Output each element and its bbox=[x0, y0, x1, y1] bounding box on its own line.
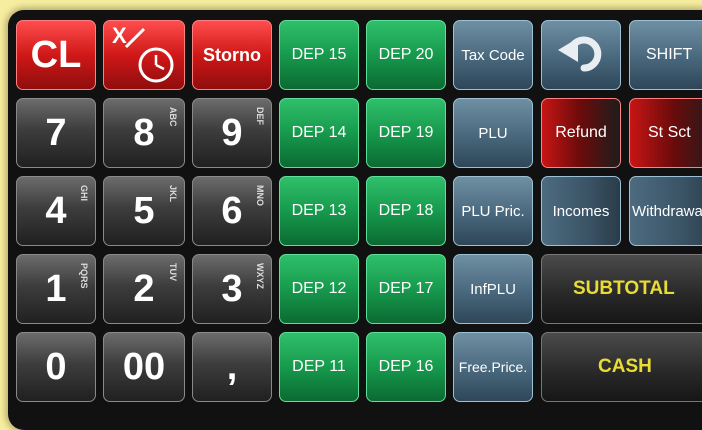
digit-label: 7 bbox=[45, 111, 67, 154]
digit-5-button[interactable]: 5 JKL bbox=[103, 176, 185, 246]
dep-13-button[interactable]: DEP 13 bbox=[279, 176, 359, 246]
inf-plu-label: InfPLU bbox=[470, 280, 516, 298]
free-price-button[interactable]: Free.Price. bbox=[453, 332, 533, 402]
digit-label: 00 bbox=[122, 345, 166, 388]
comma-button[interactable]: , bbox=[192, 332, 272, 402]
digit-label: 1 bbox=[45, 267, 67, 310]
dep-12-button[interactable]: DEP 12 bbox=[279, 254, 359, 324]
letters-label: DEF bbox=[255, 107, 265, 125]
digit-label: 9 bbox=[221, 111, 243, 154]
plu-price-button[interactable]: PLU Pric. bbox=[453, 176, 533, 246]
dep-label: DEP 13 bbox=[291, 202, 347, 219]
free-price-label: Free.Price. bbox=[458, 359, 528, 375]
dep-14-button[interactable]: DEP 14 bbox=[279, 98, 359, 168]
cl-label: CL bbox=[30, 33, 82, 76]
cash-label: CASH bbox=[598, 356, 652, 377]
storno-button[interactable]: Storno bbox=[192, 20, 272, 90]
comma-label: , bbox=[226, 345, 238, 388]
x-clock-button[interactable]: X bbox=[103, 20, 185, 90]
tax-code-label: Tax Code bbox=[461, 46, 525, 64]
plu-price-label: PLU Pric. bbox=[461, 202, 525, 220]
shift-label: SHIFT bbox=[646, 46, 693, 63]
digit-label: 5 bbox=[133, 189, 155, 232]
dep-label: DEP 17 bbox=[378, 280, 434, 297]
dep-label: DEP 15 bbox=[291, 46, 347, 63]
cash-button[interactable]: CASH bbox=[541, 332, 702, 402]
shift-button[interactable]: SHIFT bbox=[629, 20, 702, 90]
digit-2-button[interactable]: 2 TUV bbox=[103, 254, 185, 324]
refund-button[interactable]: Refund bbox=[541, 98, 621, 168]
dep-label: DEP 18 bbox=[378, 202, 434, 219]
dep-19-button[interactable]: DEP 19 bbox=[366, 98, 446, 168]
digit-9-button[interactable]: 9 DEF bbox=[192, 98, 272, 168]
letters-label: JKL bbox=[168, 185, 178, 203]
withdrawal-button[interactable]: Withdrawa bbox=[629, 176, 702, 246]
undo-arrow-icon bbox=[558, 36, 602, 72]
clock-icon bbox=[124, 27, 174, 83]
st-sct-label: St Sct bbox=[648, 124, 691, 141]
digit-0-button[interactable]: 0 bbox=[16, 332, 96, 402]
withdrawal-label: Withdrawa bbox=[632, 202, 702, 220]
letters-label: GHI bbox=[79, 185, 89, 202]
digit-1-button[interactable]: 1 PQRS bbox=[16, 254, 96, 324]
digit-8-button[interactable]: 8 ABC bbox=[103, 98, 185, 168]
incomes-label: Incomes bbox=[552, 202, 610, 220]
plu-button[interactable]: PLU bbox=[453, 98, 533, 168]
letters-label: WXYZ bbox=[255, 263, 265, 289]
subtotal-label: SUBTOTAL bbox=[573, 278, 675, 299]
dep-18-button[interactable]: DEP 18 bbox=[366, 176, 446, 246]
dep-label: DEP 12 bbox=[291, 280, 347, 297]
digit-7-button[interactable]: 7 bbox=[16, 98, 96, 168]
digit-3-button[interactable]: 3 WXYZ bbox=[192, 254, 272, 324]
refund-label: Refund bbox=[555, 124, 607, 141]
dep-11-button[interactable]: DEP 11 bbox=[279, 332, 359, 402]
plu-label: PLU bbox=[478, 124, 508, 142]
letters-label: ABC bbox=[168, 107, 178, 127]
st-sct-button[interactable]: St Sct bbox=[629, 98, 702, 168]
digit-label: 3 bbox=[221, 267, 243, 310]
storno-label: Storno bbox=[203, 44, 261, 65]
back-button[interactable] bbox=[541, 20, 621, 90]
letters-label: PQRS bbox=[79, 263, 89, 289]
dep-label: DEP 19 bbox=[378, 124, 434, 141]
digit-label: 0 bbox=[45, 345, 67, 388]
dep-label: DEP 20 bbox=[378, 46, 434, 63]
dep-16-button[interactable]: DEP 16 bbox=[366, 332, 446, 402]
digit-4-button[interactable]: 4 GHI bbox=[16, 176, 96, 246]
dep-label: DEP 14 bbox=[291, 124, 347, 141]
letters-label: TUV bbox=[168, 263, 178, 281]
dep-20-button[interactable]: DEP 20 bbox=[366, 20, 446, 90]
tax-code-button[interactable]: Tax Code bbox=[453, 20, 533, 90]
inf-plu-button[interactable]: InfPLU bbox=[453, 254, 533, 324]
cl-button[interactable]: CL bbox=[16, 20, 96, 90]
letters-label: MNO bbox=[255, 185, 265, 206]
digit-label: 8 bbox=[133, 111, 155, 154]
dep-15-button[interactable]: DEP 15 bbox=[279, 20, 359, 90]
digit-label: 6 bbox=[221, 189, 243, 232]
dep-label: DEP 16 bbox=[378, 358, 434, 375]
dep-17-button[interactable]: DEP 17 bbox=[366, 254, 446, 324]
subtotal-button[interactable]: SUBTOTAL bbox=[541, 254, 702, 324]
dep-label: DEP 11 bbox=[292, 358, 346, 375]
incomes-button[interactable]: Incomes bbox=[541, 176, 621, 246]
digit-label: 4 bbox=[45, 189, 67, 232]
digit-6-button[interactable]: 6 MNO bbox=[192, 176, 272, 246]
double-zero-button[interactable]: 00 bbox=[103, 332, 185, 402]
digit-label: 2 bbox=[133, 267, 155, 310]
